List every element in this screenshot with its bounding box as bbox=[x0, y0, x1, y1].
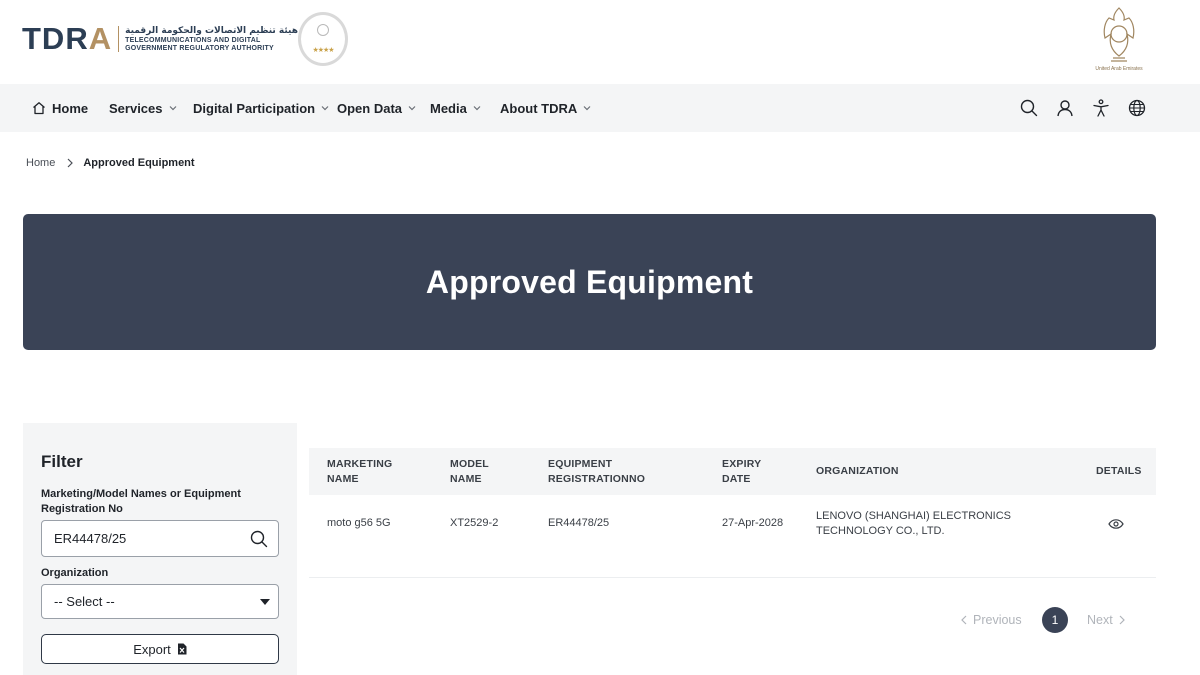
accessibility-icon[interactable] bbox=[1092, 99, 1110, 117]
logo-divider bbox=[118, 26, 120, 52]
chevron-right-icon bbox=[1119, 615, 1125, 625]
logo-english-line2: GOVERNMENT REGULATORY AUTHORITY bbox=[125, 44, 274, 52]
nav-item-media[interactable]: Media bbox=[430, 84, 481, 132]
pagination-next-label: Next bbox=[1087, 613, 1113, 627]
caret-down-icon bbox=[260, 599, 270, 605]
user-icon[interactable] bbox=[1056, 99, 1074, 117]
chevron-down-icon bbox=[169, 105, 177, 111]
table-row: moto g56 5G XT2529-2 ER44478/25 27-Apr-2… bbox=[309, 495, 1156, 578]
search-icon[interactable] bbox=[1020, 99, 1038, 117]
export-button[interactable]: Export bbox=[41, 634, 279, 664]
excel-file-icon bbox=[177, 643, 187, 655]
nav-utility-icons bbox=[1020, 84, 1146, 132]
logo-arabic-text: هيئة تنظيم الاتصالات والحكومة الرقمية bbox=[125, 25, 298, 36]
organization-label: Organization bbox=[41, 567, 109, 579]
pagination-previous[interactable]: Previous bbox=[961, 607, 1022, 633]
main-nav: Home Services Digital Participation Open… bbox=[0, 84, 1200, 132]
th-expiry-date: EXPIRY DATE bbox=[722, 457, 762, 485]
cell-expiry-date: 27-Apr-2028 bbox=[722, 517, 784, 529]
organization-select-value: -- Select -- bbox=[54, 594, 115, 609]
pagination-page-current[interactable]: 1 bbox=[1042, 607, 1068, 633]
search-field-label: Marketing/Model Names or Equipment Regis… bbox=[41, 488, 241, 515]
tdra-logo[interactable]: TDRA هيئة تنظيم الاتصالات والحكومة الرقم… bbox=[22, 22, 298, 56]
nav-item-digital-participation[interactable]: Digital Participation bbox=[193, 84, 329, 132]
globe-icon[interactable] bbox=[1128, 99, 1146, 117]
nav-item-about-tdra[interactable]: About TDRA bbox=[500, 84, 591, 132]
nav-label-open-data: Open Data bbox=[337, 100, 403, 116]
cell-organization: LENOVO (SHANGHAI) ELECTRONICS TECHNOLOGY … bbox=[816, 509, 1011, 537]
nav-item-home[interactable]: Home bbox=[32, 84, 88, 132]
th-model-name: MODEL NAME bbox=[450, 457, 489, 485]
uae-caption: United Arab Emirates bbox=[1095, 66, 1143, 72]
pagination-next[interactable]: Next bbox=[1087, 607, 1125, 633]
export-button-label: Export bbox=[133, 641, 171, 657]
nav-item-services[interactable]: Services bbox=[109, 84, 177, 132]
th-marketing-name: MARKETING NAME bbox=[327, 457, 393, 485]
filter-title: Filter bbox=[41, 452, 83, 471]
breadcrumb: Home Approved Equipment bbox=[26, 157, 195, 169]
th-equipment-registration: EQUIPMENT REGISTRATIONNO bbox=[548, 457, 646, 485]
search-icon[interactable] bbox=[250, 530, 268, 548]
home-icon bbox=[32, 101, 46, 115]
chevron-down-icon bbox=[321, 105, 329, 111]
chevron-left-icon bbox=[961, 615, 967, 625]
filter-panel: Filter Marketing/Model Names or Equipmen… bbox=[23, 423, 297, 675]
search-field[interactable] bbox=[41, 520, 279, 557]
logo-text: هيئة تنظيم الاتصالات والحكومة الرقمية TE… bbox=[125, 26, 298, 53]
nav-label-services: Services bbox=[109, 100, 163, 116]
chevron-down-icon bbox=[583, 105, 591, 111]
cell-marketing-name: moto g56 5G bbox=[327, 517, 391, 529]
cell-model-name: XT2529-2 bbox=[450, 517, 499, 529]
th-details: DETAILS bbox=[1096, 465, 1142, 477]
logo-wordmark: TDRA bbox=[22, 21, 113, 56]
nav-label-digital-participation: Digital Participation bbox=[193, 100, 316, 116]
nav-label-media: Media bbox=[430, 100, 467, 116]
th-organization: ORGANIZATION bbox=[816, 465, 899, 477]
table-header: MARKETING NAME MODEL NAME EQUIPMENT REGISTR… bbox=[309, 448, 1156, 495]
breadcrumb-current: Approved Equipment bbox=[83, 157, 195, 169]
search-input[interactable] bbox=[54, 531, 244, 546]
nav-item-open-data[interactable]: Open Data bbox=[337, 84, 416, 132]
chevron-right-icon bbox=[67, 158, 74, 168]
chevron-down-icon bbox=[473, 105, 481, 111]
page-banner: Approved Equipment bbox=[23, 214, 1156, 350]
nav-label-about-tdra: About TDRA bbox=[500, 100, 578, 116]
nav-label-home: Home bbox=[52, 100, 89, 116]
page-title: Approved Equipment bbox=[425, 263, 754, 300]
cell-registration-no: ER44478/25 bbox=[548, 517, 610, 529]
site-header: TDRA هيئة تنظيم الاتصالات والحكومة الرقم… bbox=[0, 0, 1200, 84]
chevron-down-icon bbox=[408, 105, 416, 111]
view-details-button[interactable] bbox=[1107, 495, 1125, 552]
uae-emblem: United Arab Emirates bbox=[1094, 4, 1144, 76]
award-badge-icon: ★★★★ bbox=[298, 12, 348, 66]
organization-select[interactable]: -- Select -- bbox=[41, 584, 279, 619]
pagination-previous-label: Previous bbox=[973, 613, 1022, 627]
uae-falcon-icon bbox=[1103, 7, 1135, 62]
breadcrumb-home-link[interactable]: Home bbox=[26, 157, 55, 169]
award-stars: ★★★★ bbox=[312, 47, 334, 54]
award-emblem-icon bbox=[317, 24, 329, 36]
eye-icon bbox=[1108, 518, 1124, 529]
logo-english-line1: TELECOMMUNICATIONS AND DIGITAL bbox=[125, 36, 261, 44]
